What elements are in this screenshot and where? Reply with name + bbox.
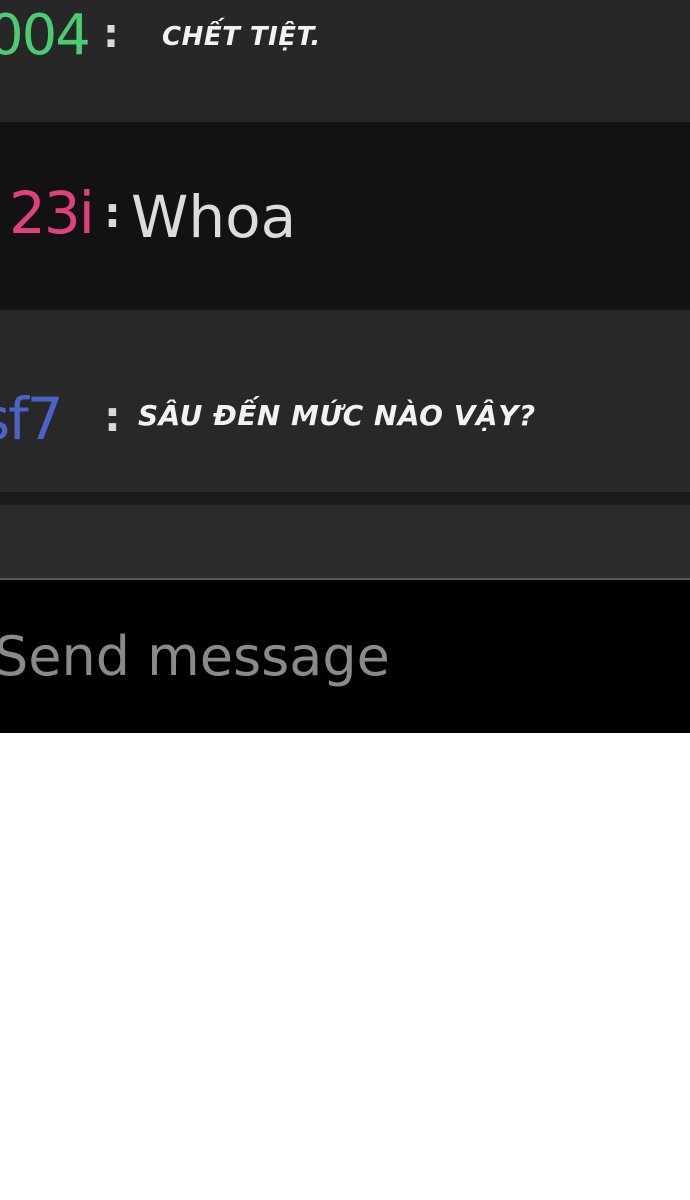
message-username[interactable]: sf7 bbox=[0, 390, 64, 448]
message-composer bbox=[0, 580, 690, 733]
message-username[interactable]: 23i bbox=[9, 184, 95, 242]
message-text: chết tiệt. bbox=[162, 22, 321, 52]
message-text: Whoa bbox=[131, 183, 297, 251]
chat-message: sf7 : sâu đến mức nào vậy? bbox=[0, 310, 690, 492]
message-text: sâu đến mức nào vậy? bbox=[138, 399, 536, 432]
chat-message-empty bbox=[0, 505, 690, 578]
chat-message: 23i : Whoa bbox=[0, 122, 690, 310]
chat-message: 004 : chết tiệt. bbox=[0, 0, 690, 122]
message-separator: : bbox=[103, 11, 119, 57]
chat-panel: 004 : chết tiệt. 23i : Whoa sf7 : sâu đế… bbox=[0, 0, 690, 733]
screen: 004 : chết tiệt. 23i : Whoa sf7 : sâu đế… bbox=[0, 0, 690, 1200]
send-message-input[interactable] bbox=[0, 616, 674, 696]
message-separator: : bbox=[104, 392, 121, 441]
message-separator: : bbox=[104, 188, 121, 237]
message-username[interactable]: 004 bbox=[0, 8, 91, 64]
blank-area bbox=[0, 733, 690, 1200]
